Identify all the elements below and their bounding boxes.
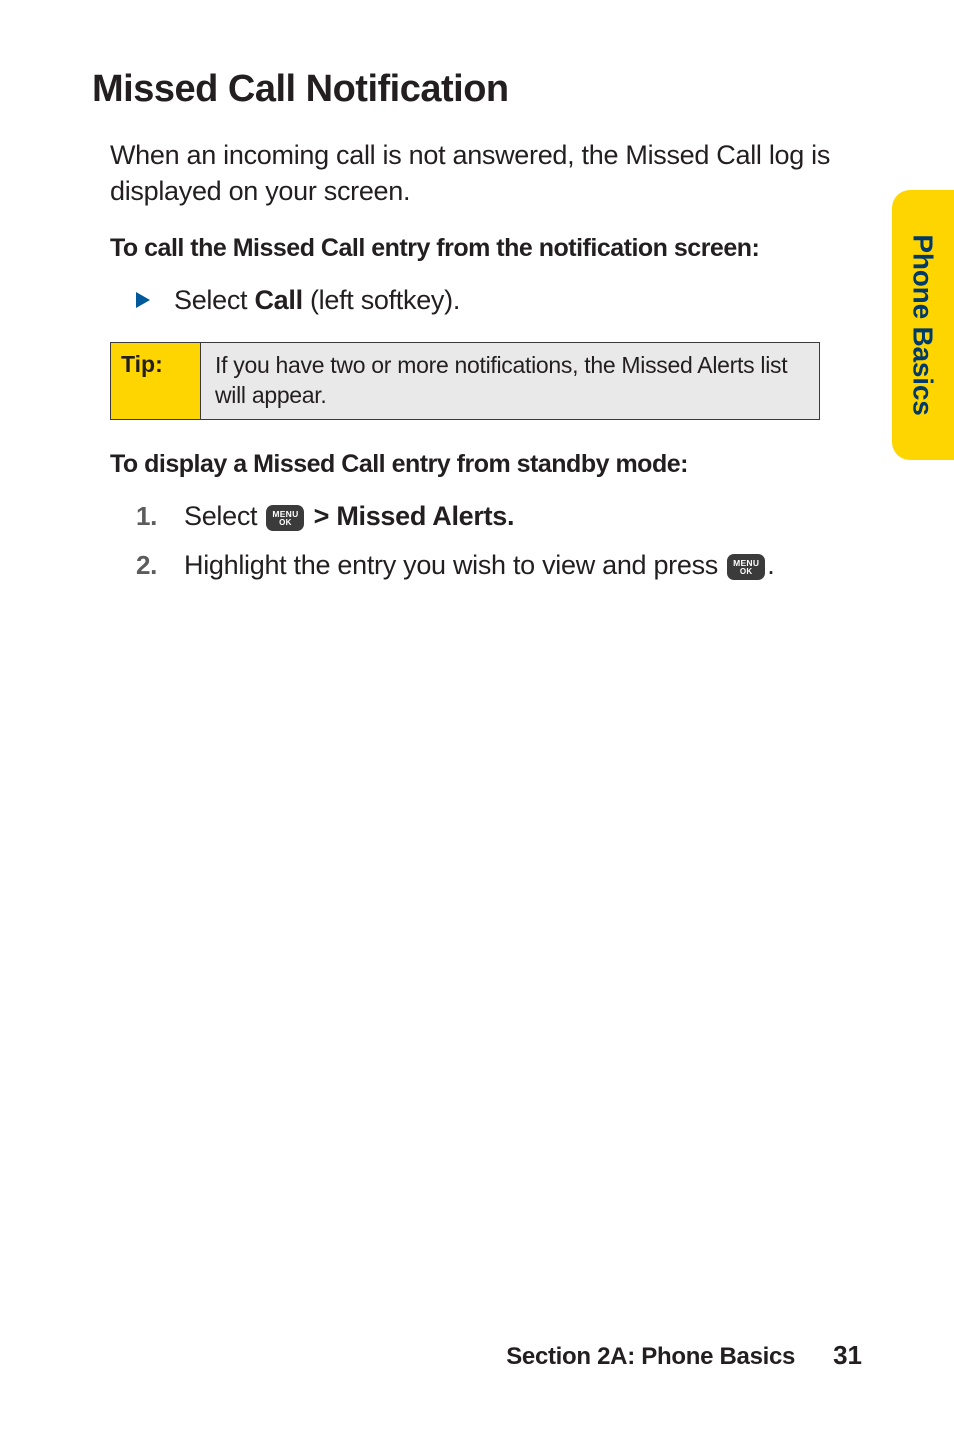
bullet-item: Select Call (left softkey). bbox=[136, 285, 862, 316]
step-1: 1. Select MENUOK > Missed Alerts. bbox=[136, 501, 862, 532]
step2-suffix: . bbox=[767, 550, 774, 580]
menu-key-line2: OK bbox=[279, 519, 292, 527]
tip-label: Tip: bbox=[111, 343, 201, 419]
tip-body: If you have two or more notifications, t… bbox=[201, 343, 819, 419]
triangle-bullet-icon bbox=[136, 292, 150, 308]
footer-page-number: 31 bbox=[833, 1340, 862, 1371]
instruction-heading-1: To call the Missed Call entry from the n… bbox=[110, 234, 862, 263]
menu-ok-key-icon: MENUOK bbox=[266, 505, 304, 531]
step1-prefix: Select bbox=[184, 501, 264, 531]
menu-key-line2: OK bbox=[740, 568, 753, 576]
step-number: 2. bbox=[136, 550, 164, 581]
bullet-text: Select Call (left softkey). bbox=[174, 285, 460, 316]
bullet-bold: Call bbox=[254, 285, 302, 315]
numbered-steps: 1. Select MENUOK > Missed Alerts. 2. Hig… bbox=[136, 501, 862, 581]
step-2: 2. Highlight the entry you wish to view … bbox=[136, 550, 862, 581]
page-footer: Section 2A: Phone Basics 31 bbox=[506, 1340, 862, 1371]
step-text: Highlight the entry you wish to view and… bbox=[184, 550, 774, 581]
tip-box: Tip: If you have two or more notificatio… bbox=[110, 342, 820, 420]
intro-paragraph: When an incoming call is not answered, t… bbox=[110, 137, 862, 210]
footer-section-label: Section 2A: Phone Basics bbox=[506, 1343, 795, 1371]
step-number: 1. bbox=[136, 501, 164, 532]
side-tab-label: Phone Basics bbox=[907, 234, 939, 415]
bullet-list: Select Call (left softkey). bbox=[92, 285, 862, 316]
step2-prefix: Highlight the entry you wish to view and… bbox=[184, 550, 725, 580]
bullet-suffix: (left softkey). bbox=[303, 285, 460, 315]
step1-bold: > Missed Alerts. bbox=[306, 501, 514, 531]
step-text: Select MENUOK > Missed Alerts. bbox=[184, 501, 514, 532]
menu-ok-key-icon: MENUOK bbox=[727, 554, 765, 580]
bullet-prefix: Select bbox=[174, 285, 254, 315]
instruction-heading-2: To display a Missed Call entry from stan… bbox=[110, 450, 862, 479]
side-tab: Phone Basics bbox=[892, 190, 954, 460]
page-title: Missed Call Notification bbox=[92, 68, 862, 111]
